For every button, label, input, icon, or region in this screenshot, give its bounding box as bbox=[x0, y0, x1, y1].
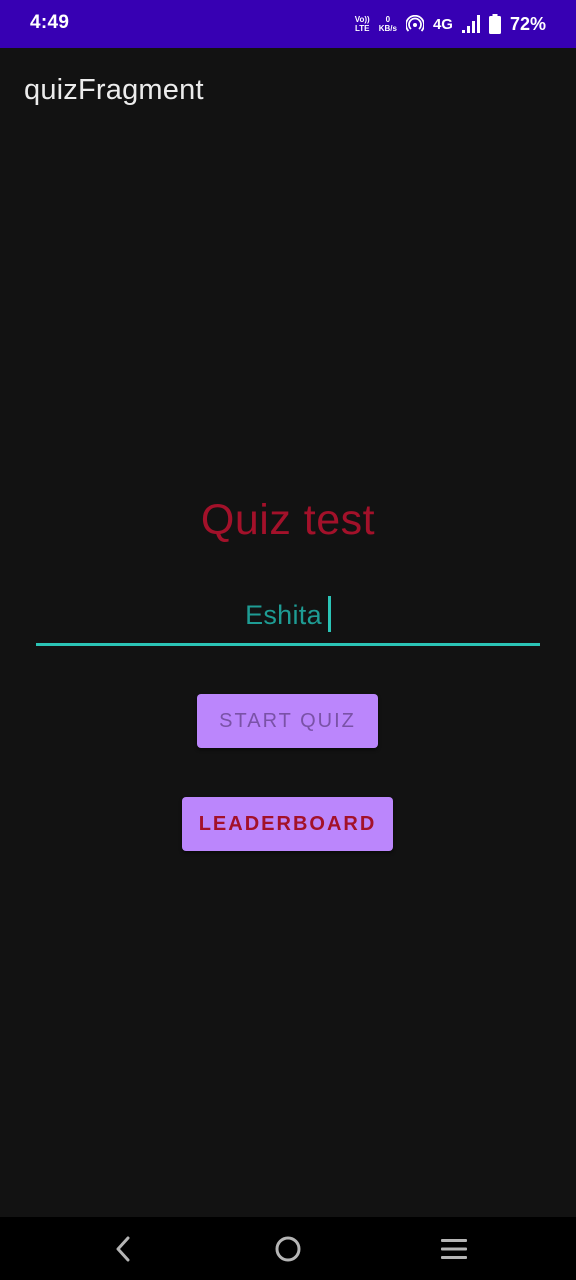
network-type-label: 4G bbox=[432, 15, 453, 33]
app-title: quizFragment bbox=[24, 74, 204, 106]
back-button[interactable] bbox=[105, 1231, 141, 1267]
home-icon bbox=[275, 1236, 301, 1262]
status-time: 4:49 bbox=[30, 12, 70, 33]
leaderboard-button[interactable]: LEADERBOARD bbox=[182, 797, 393, 851]
home-button[interactable] bbox=[270, 1231, 306, 1267]
start-quiz-button[interactable]: START QUIZ bbox=[197, 694, 378, 748]
battery-icon bbox=[488, 14, 501, 34]
volte-indicator: Vo)) LTE bbox=[355, 15, 370, 33]
status-icons: Vo)) LTE 0 KB/s 4G 72% bbox=[355, 10, 546, 38]
battery-percent: 72% bbox=[509, 13, 546, 34]
volte-top-label: Vo)) bbox=[354, 15, 370, 24]
hotspot-icon bbox=[405, 15, 424, 33]
quiz-heading: Quiz test bbox=[200, 496, 376, 544]
recents-menu-icon bbox=[441, 1239, 467, 1259]
app-bar: quizFragment bbox=[0, 48, 576, 136]
recents-button[interactable] bbox=[436, 1231, 472, 1267]
network-speed-indicator: 0 KB/s bbox=[379, 15, 397, 33]
network-speed-value: 0 bbox=[385, 15, 391, 24]
status-bar: 4:49 Vo)) LTE 0 KB/s 4G 72% bbox=[0, 0, 576, 48]
name-input[interactable]: Eshita bbox=[36, 590, 540, 646]
signal-strength-icon bbox=[461, 15, 480, 33]
text-cursor bbox=[327, 596, 331, 632]
name-input-value[interactable]: Eshita bbox=[245, 600, 322, 631]
back-icon bbox=[116, 1236, 130, 1262]
volte-bottom-label: LTE bbox=[354, 24, 370, 33]
network-speed-unit: KB/s bbox=[378, 24, 397, 33]
navigation-bar bbox=[0, 1217, 576, 1280]
